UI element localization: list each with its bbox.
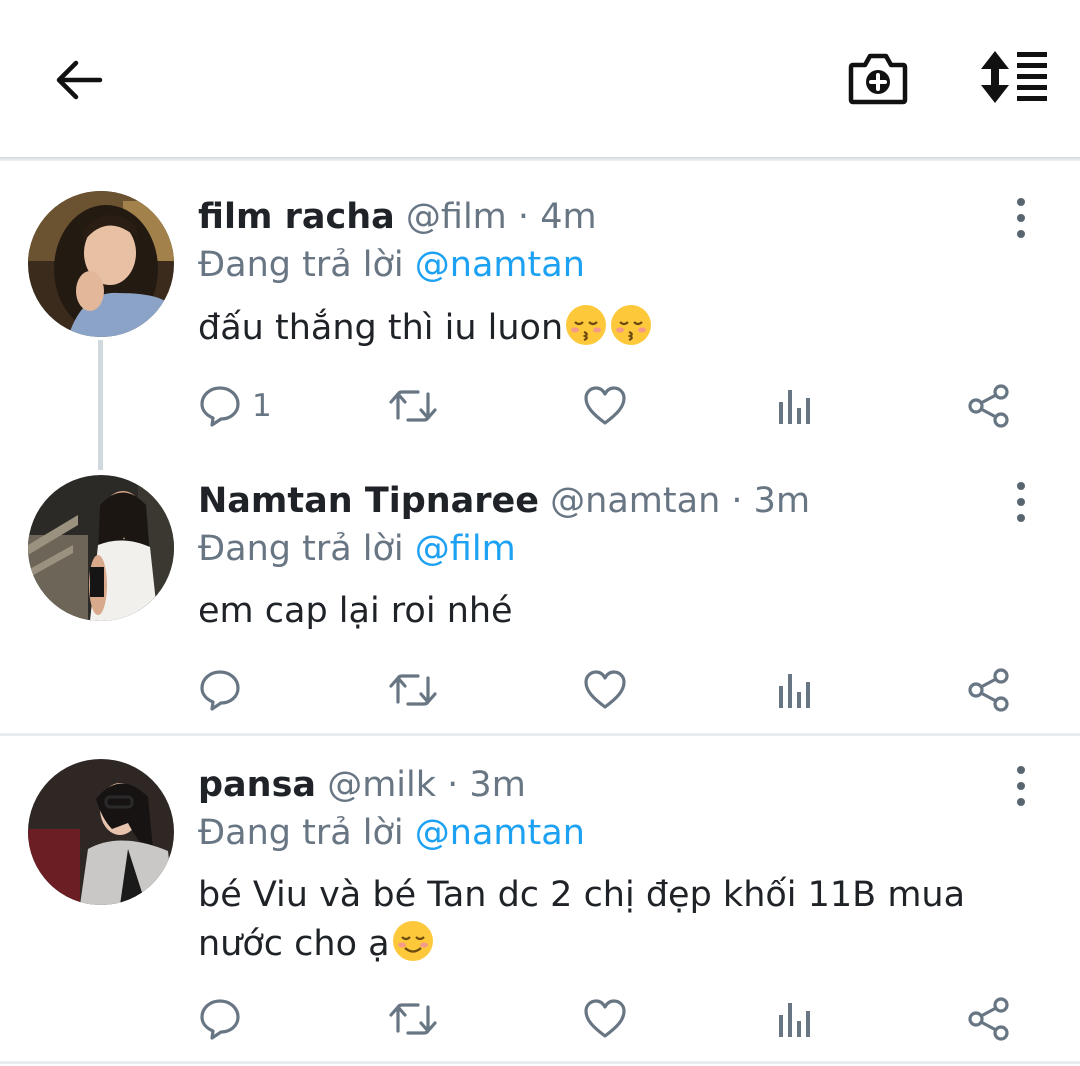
header-divider [0,157,1080,161]
tweet-text: đấu thắng thì iu luon [198,308,564,348]
reply-icon [200,670,240,711]
kissing-closed-eyes-emoji-icon [611,305,652,345]
analytics-icon [779,390,810,424]
avatar[interactable] [28,759,174,905]
retweet-icon [389,674,437,706]
heart-icon [584,670,626,709]
retweet-button[interactable] [388,382,438,430]
heart-icon [584,386,626,425]
avatar[interactable] [28,475,174,621]
share-button[interactable] [966,382,1012,430]
reply-mention-link[interactable]: @film [415,529,516,569]
timestamp[interactable]: 3m [754,481,810,521]
tweet-text-line: bé Viu và bé Tan dc 2 chị đẹp khối 11B m… [198,875,966,915]
tweet-text-container: đấu thắng thì iu luon [198,303,998,352]
tweet-text-line: nước cho ạ [198,924,390,964]
reply-button[interactable]: 1 [198,382,272,430]
reply-prefix: Đang trả lời [198,245,404,285]
like-button[interactable] [583,995,627,1043]
reply-mention-link[interactable]: @namtan [415,245,585,285]
tweet-actions: 1 [198,382,1018,430]
reply-button[interactable] [198,995,252,1043]
user-handle[interactable]: @film [406,197,507,237]
like-button[interactable] [583,666,627,714]
separator: · [447,765,459,805]
sort-list-icon [981,51,1047,103]
retweet-icon [389,1003,437,1035]
reply-button[interactable] [198,666,252,714]
share-button[interactable] [966,995,1012,1043]
like-button[interactable] [583,382,627,430]
reply-icon [200,386,240,427]
share-icon [968,384,1009,428]
thread-connector [98,340,103,470]
share-icon [968,668,1009,712]
sort-button[interactable] [974,48,1050,106]
retweet-button[interactable] [388,995,438,1043]
reply-icon [200,999,240,1040]
reply-prefix: Đang trả lời [198,813,404,853]
reply-prefix: Đang trả lời [198,529,404,569]
camera-button[interactable] [844,46,912,110]
display-name[interactable]: film racha [198,197,395,237]
tweet-text: em cap lại roi nhé [198,591,513,631]
more-options-button[interactable] [1006,198,1036,238]
analytics-button[interactable] [776,666,816,714]
tweet-actions [198,666,1018,714]
tweet-text-container: em cap lại roi nhé [198,587,998,635]
separator: · [731,481,743,521]
timestamp[interactable]: 4m [540,197,596,237]
timestamp[interactable]: 3m [469,765,525,805]
back-button[interactable] [48,50,108,110]
analytics-icon [779,674,810,708]
user-handle[interactable]: @namtan [550,481,720,521]
kissing-closed-eyes-emoji-icon [566,305,607,345]
more-options-button[interactable] [1006,482,1036,522]
share-button[interactable] [966,666,1012,714]
retweet-button[interactable] [388,666,438,714]
analytics-button[interactable] [776,382,816,430]
tweet-divider [0,733,1080,736]
display-name[interactable]: Namtan Tipnaree [198,481,539,521]
tweet-text-container: bé Viu và bé Tan dc 2 chị đẹp khối 11B m… [198,871,998,968]
smiling-face-emoji-icon [392,921,433,961]
heart-icon [584,999,626,1038]
user-handle[interactable]: @milk [327,765,436,805]
arrow-left-icon [56,60,103,100]
camera-plus-icon [848,53,908,105]
share-icon [968,997,1009,1041]
reply-mention-link[interactable]: @namtan [415,813,585,853]
retweet-icon [389,390,437,422]
avatar[interactable] [28,191,174,337]
tweet-divider [0,1061,1080,1064]
tweet-actions [198,995,1018,1043]
analytics-icon [779,1003,810,1037]
top-app-bar [0,0,1080,157]
more-options-button[interactable] [1006,766,1036,806]
analytics-button[interactable] [776,995,816,1043]
separator: · [517,197,530,237]
reply-count: 1 [252,388,272,424]
display-name[interactable]: pansa [198,765,316,805]
